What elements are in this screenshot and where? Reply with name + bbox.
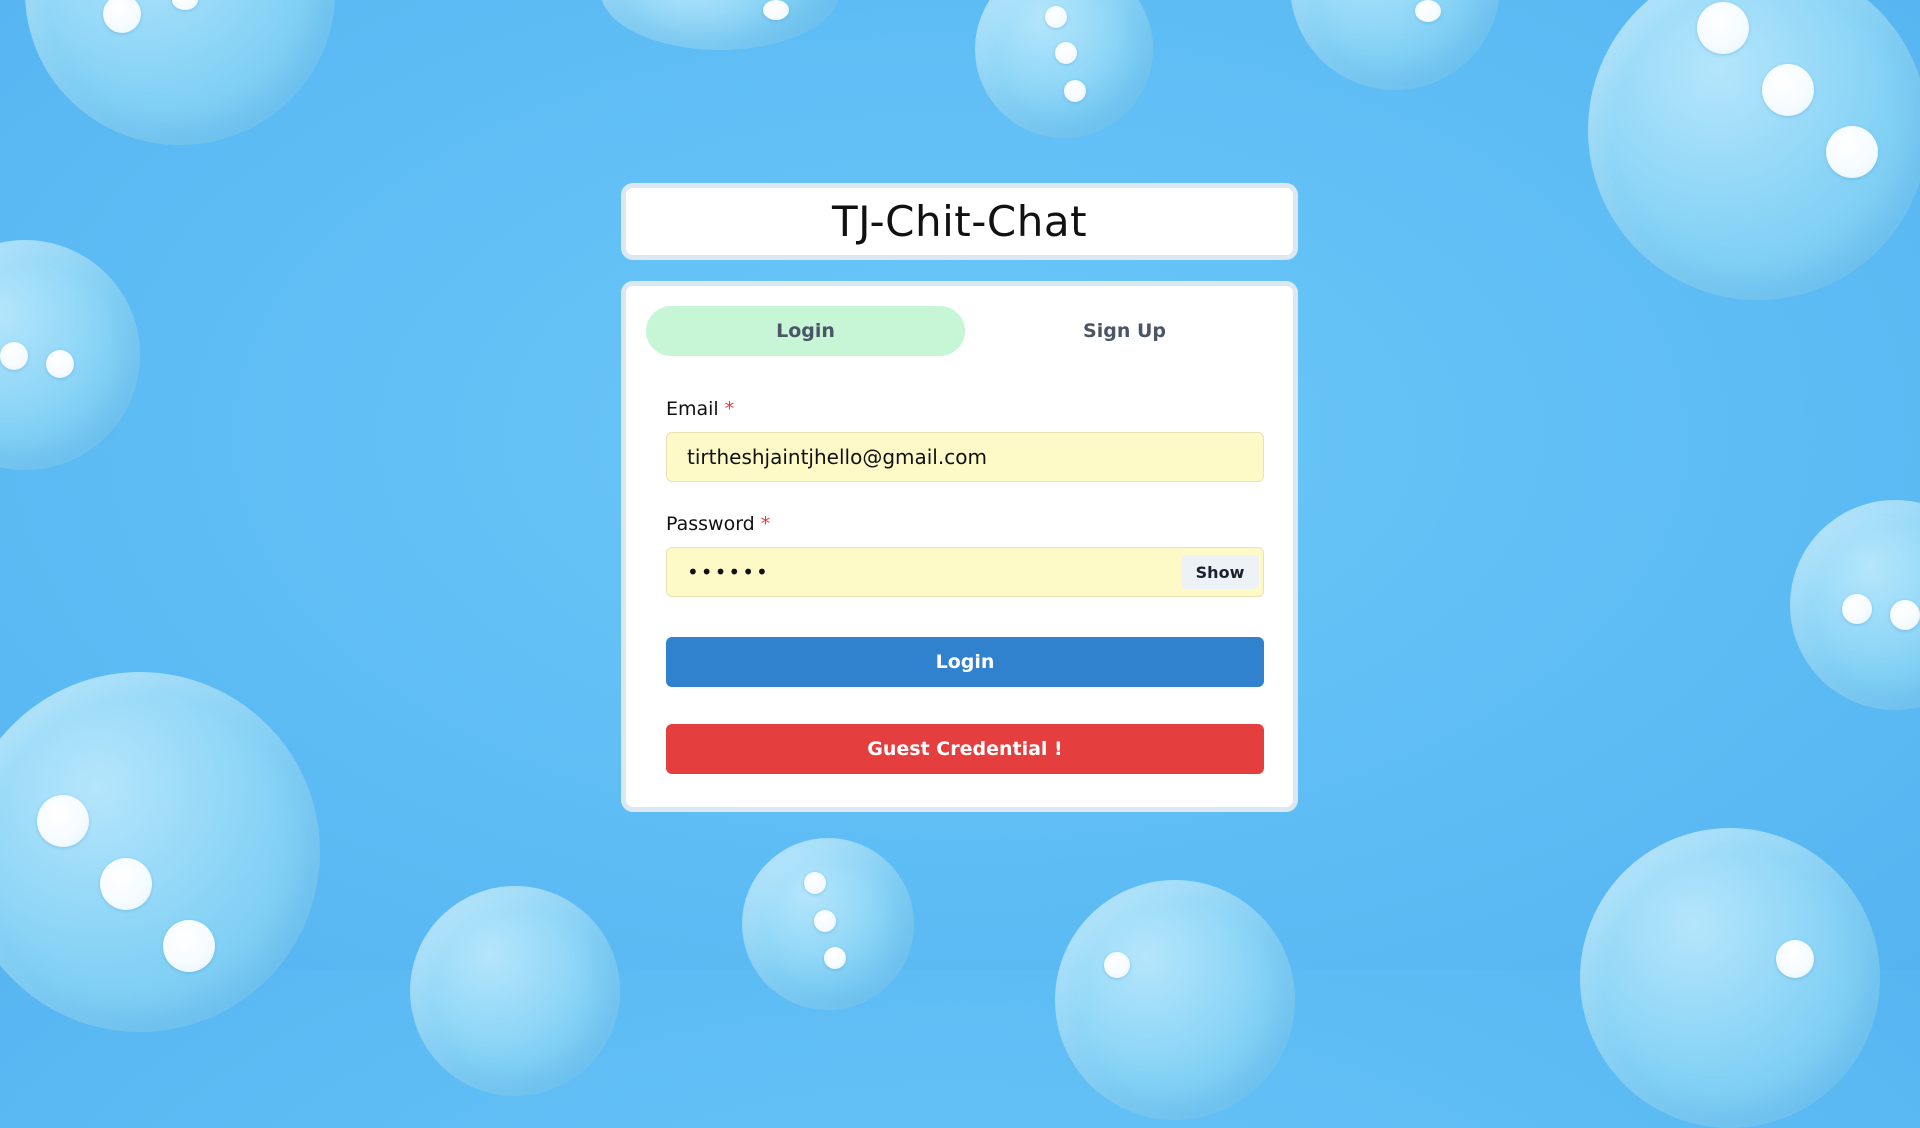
tab-login[interactable]: Login: [646, 306, 965, 356]
app-header: TJ-Chit-Chat: [621, 183, 1298, 260]
required-marker: *: [724, 398, 735, 420]
bubble-dot: [46, 350, 74, 378]
chat-bubble-icon: [1580, 828, 1880, 1128]
chat-bubble-icon: [410, 886, 620, 1096]
email-label-text: Email: [666, 398, 719, 420]
bubble-dot: [1064, 80, 1086, 102]
bubble-dot: [763, 0, 789, 20]
password-label-text: Password: [666, 513, 755, 535]
chat-bubble-icon: [25, 0, 335, 145]
bubble-dot: [1826, 126, 1878, 178]
tab-sign-up[interactable]: Sign Up: [965, 306, 1284, 356]
bubble-dot: [824, 947, 846, 969]
chat-bubble-icon: [600, 0, 840, 50]
bubble-dot: [0, 342, 28, 370]
bubble-dot: [1045, 6, 1067, 28]
bubble-dot: [1842, 594, 1872, 624]
chat-bubble-icon: [0, 672, 320, 1032]
password-group: Show: [666, 547, 1264, 597]
bubble-dot: [1104, 952, 1130, 978]
guest-credential-button[interactable]: Guest Credential !: [666, 724, 1264, 774]
chat-bubble-icon: [1290, 0, 1500, 90]
password-label: Password *: [666, 513, 770, 535]
show-password-button[interactable]: Show: [1181, 555, 1259, 589]
auth-card: Login Sign Up Email* Password* Show Logi…: [621, 281, 1298, 812]
bubble-dot: [37, 795, 89, 847]
chat-bubble-icon: [1055, 880, 1295, 1120]
bubble-dot: [1055, 42, 1077, 64]
bubble-dot: [814, 910, 836, 932]
bubble-dot: [163, 920, 215, 972]
email-label: Email *: [666, 398, 734, 420]
bubble-dot: [1697, 2, 1749, 54]
required-marker: *: [760, 513, 771, 535]
auth-tabs: Login Sign Up: [646, 306, 1284, 356]
app-title: TJ-Chit-Chat: [831, 197, 1088, 246]
email-field[interactable]: [666, 432, 1264, 482]
bubble-dot: [1415, 0, 1441, 22]
login-button[interactable]: Login: [666, 637, 1264, 687]
bubble-dot: [1762, 64, 1814, 116]
bubble-dot: [804, 872, 826, 894]
bubble-dot: [100, 858, 152, 910]
bubble-dot: [1776, 940, 1814, 978]
bubble-dot: [1890, 600, 1920, 630]
password-field[interactable]: [666, 547, 1264, 597]
